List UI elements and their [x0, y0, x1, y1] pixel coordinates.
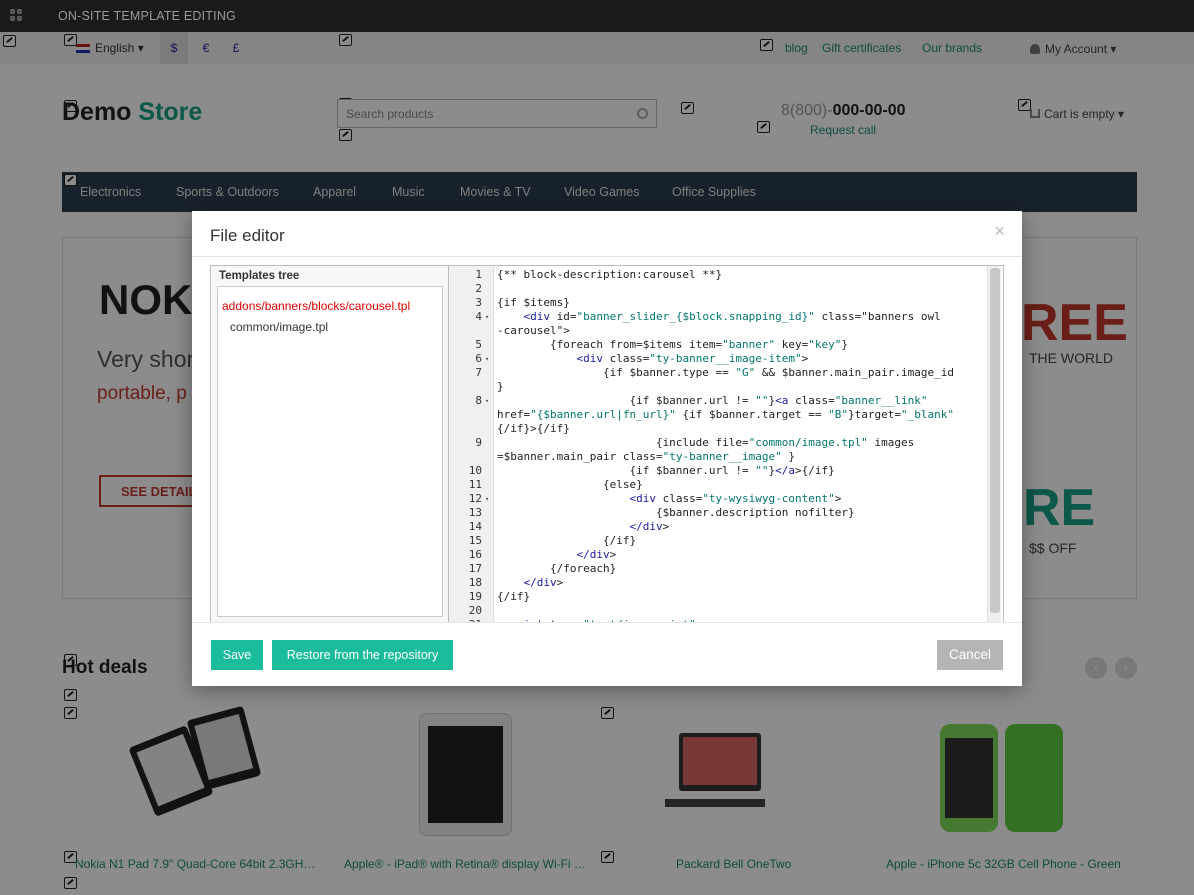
dialog-footer: Save Restore from the repository Cancel — [192, 622, 1022, 686]
code-line-text: {** block-description:carousel **} — [497, 268, 723, 281]
code-line[interactable]: 10 {if $banner.url != ""}</a>{/if} — [449, 464, 987, 478]
top-bar: ON-SITE TEMPLATE EDITING — [0, 0, 1194, 32]
code-line[interactable]: 13 {$banner.description nofilter} — [449, 506, 987, 520]
fold-toggle-icon[interactable]: ▾ — [485, 352, 489, 366]
mode-title: ON-SITE TEMPLATE EDITING — [58, 9, 236, 23]
code-line[interactable]: 4 ▾ <div id="banner_slider_{$block.snappi… — [449, 310, 987, 324]
line-number: 16 — [468, 548, 482, 561]
editor-scrollbar[interactable] — [987, 266, 1001, 622]
code-line-text: <div id="banner_slider_{$block.snapping_… — [523, 310, 941, 323]
line-number: 13 — [468, 506, 482, 519]
templates-tree: Templates tree addons/banners/blocks/car… — [211, 266, 449, 622]
code-line[interactable]: 19 {/if} — [449, 590, 987, 604]
code-line-text: {if $banner.type == "G" && $banner.main_… — [497, 366, 954, 379]
code-line-text: </div> — [576, 548, 617, 561]
grid-icon[interactable] — [10, 9, 30, 25]
line-number: 15 — [468, 534, 482, 547]
line-number: 8 — [475, 394, 482, 407]
fold-toggle-icon[interactable]: ▾ — [485, 394, 489, 408]
code-line[interactable]: 14 </div> — [449, 520, 987, 534]
code-line[interactable]: 11 {else} — [449, 478, 987, 492]
code-line[interactable]: 17 {/foreach} — [449, 562, 987, 576]
close-icon[interactable]: × — [994, 221, 1005, 242]
code-line[interactable]: =$banner.main_pair class="ty-banner__ima… — [449, 450, 987, 464]
line-number: 10 — [468, 464, 482, 477]
code-line-text: {/foreach} — [497, 562, 617, 575]
code-editor[interactable]: 1 {** block-description:carousel **} 2 3 {if… — [449, 266, 1003, 622]
dialog-title: File editor — [210, 226, 285, 245]
code-line-text: {foreach from=$items item="banner" key="… — [497, 338, 849, 351]
code-line-text: {$banner.description nofilter} — [497, 506, 855, 519]
fold-toggle-icon[interactable]: ▾ — [485, 492, 489, 506]
code-line-text: {if $banner.url != ""}</a>{/if} — [497, 464, 835, 477]
code-line-text: =$banner.main_pair class="ty-banner__ima… — [497, 450, 796, 463]
code-line[interactable]: 9 {include file="common/image.tpl" image… — [449, 436, 987, 450]
code-line[interactable]: href="{$banner.url|fn_url}" {if $banner.… — [449, 408, 987, 422]
code-line-text: <div class="ty-banner__image-item"> — [576, 352, 809, 365]
restore-button[interactable]: Restore from the repository — [272, 640, 453, 670]
line-number: 5 — [475, 338, 482, 351]
line-number: 2 — [475, 282, 482, 295]
code-line-text: {else} — [497, 478, 643, 491]
code-line-text: {/if}>{/if} — [497, 422, 570, 435]
line-number: 1 — [475, 268, 482, 281]
line-number: 4 — [475, 310, 482, 323]
dialog-header: File editor × — [192, 211, 1022, 257]
code-line-text: } — [497, 380, 504, 393]
code-line[interactable]: 6 ▾ <div class="ty-banner__image-item"> — [449, 352, 987, 366]
code-line[interactable]: 2 — [449, 282, 987, 296]
line-number: 7 — [475, 366, 482, 379]
code-line[interactable]: 15 {/if} — [449, 534, 987, 548]
code-line-text: {/if} — [497, 590, 531, 603]
code-line[interactable]: } — [449, 380, 987, 394]
line-number: 20 — [468, 604, 482, 617]
line-number: 18 — [468, 576, 482, 589]
code-line[interactable]: 12 ▾ <div class="ty-wysiwyg-content"> — [449, 492, 987, 506]
code-line-text: <div class="ty-wysiwyg-content"> — [629, 492, 842, 505]
line-number: 19 — [468, 590, 482, 603]
code-line[interactable]: 1 {** block-description:carousel **} — [449, 268, 987, 282]
code-line-text: {/if} — [497, 534, 637, 547]
templates-tree-title: Templates tree — [219, 270, 300, 282]
editor-body: Templates tree addons/banners/blocks/car… — [210, 265, 1004, 623]
cancel-button[interactable]: Cancel — [937, 640, 1003, 670]
code-line[interactable]: {/if}>{/if} — [449, 422, 987, 436]
code-line-text: href="{$banner.url|fn_url}" {if $banner.… — [497, 408, 954, 421]
fold-toggle-icon[interactable]: ▾ — [485, 310, 489, 324]
code-line-text: {if $banner.url != ""}<a class="banner__… — [497, 394, 928, 407]
code-line[interactable]: -carousel"> — [449, 324, 987, 338]
code-line[interactable]: 7 {if $banner.type == "G" && $banner.mai… — [449, 366, 987, 380]
code-line-text: {if $items} — [497, 296, 570, 309]
code-line-text: </div> — [629, 520, 670, 533]
scrollbar-thumb[interactable] — [990, 268, 1000, 613]
file-editor-dialog: File editor × Templates tree addons/bann… — [192, 211, 1022, 686]
line-number: 12 — [468, 492, 482, 505]
line-number: 6 — [475, 352, 482, 365]
code-line[interactable]: 18 </div> — [449, 576, 987, 590]
code-line[interactable]: 16 </div> — [449, 548, 987, 562]
tree-item-image[interactable]: common/image.tpl — [230, 320, 328, 334]
code-line[interactable]: 20 — [449, 604, 987, 618]
code-line[interactable]: 8 ▾ {if $banner.url != ""}<a class="banne… — [449, 394, 987, 408]
code-line[interactable]: 3 {if $items} — [449, 296, 987, 310]
save-button[interactable]: Save — [211, 640, 263, 670]
line-number: 14 — [468, 520, 482, 533]
code-line-text: -carousel"> — [497, 324, 570, 337]
templates-tree-list: addons/banners/blocks/carousel.tpl commo… — [217, 286, 443, 617]
line-number: 11 — [468, 478, 482, 491]
code-line[interactable]: 5 {foreach from=$items item="banner" key… — [449, 338, 987, 352]
line-number: 9 — [475, 436, 482, 449]
code-line-text: </div> — [523, 576, 564, 589]
line-number: 17 — [468, 562, 482, 575]
tree-item-carousel[interactable]: addons/banners/blocks/carousel.tpl — [222, 299, 410, 313]
code-line-text: {include file="common/image.tpl" images — [497, 436, 915, 449]
line-number: 3 — [475, 296, 482, 309]
code-area[interactable]: 1 {** block-description:carousel **} 2 3 {if… — [449, 266, 989, 622]
